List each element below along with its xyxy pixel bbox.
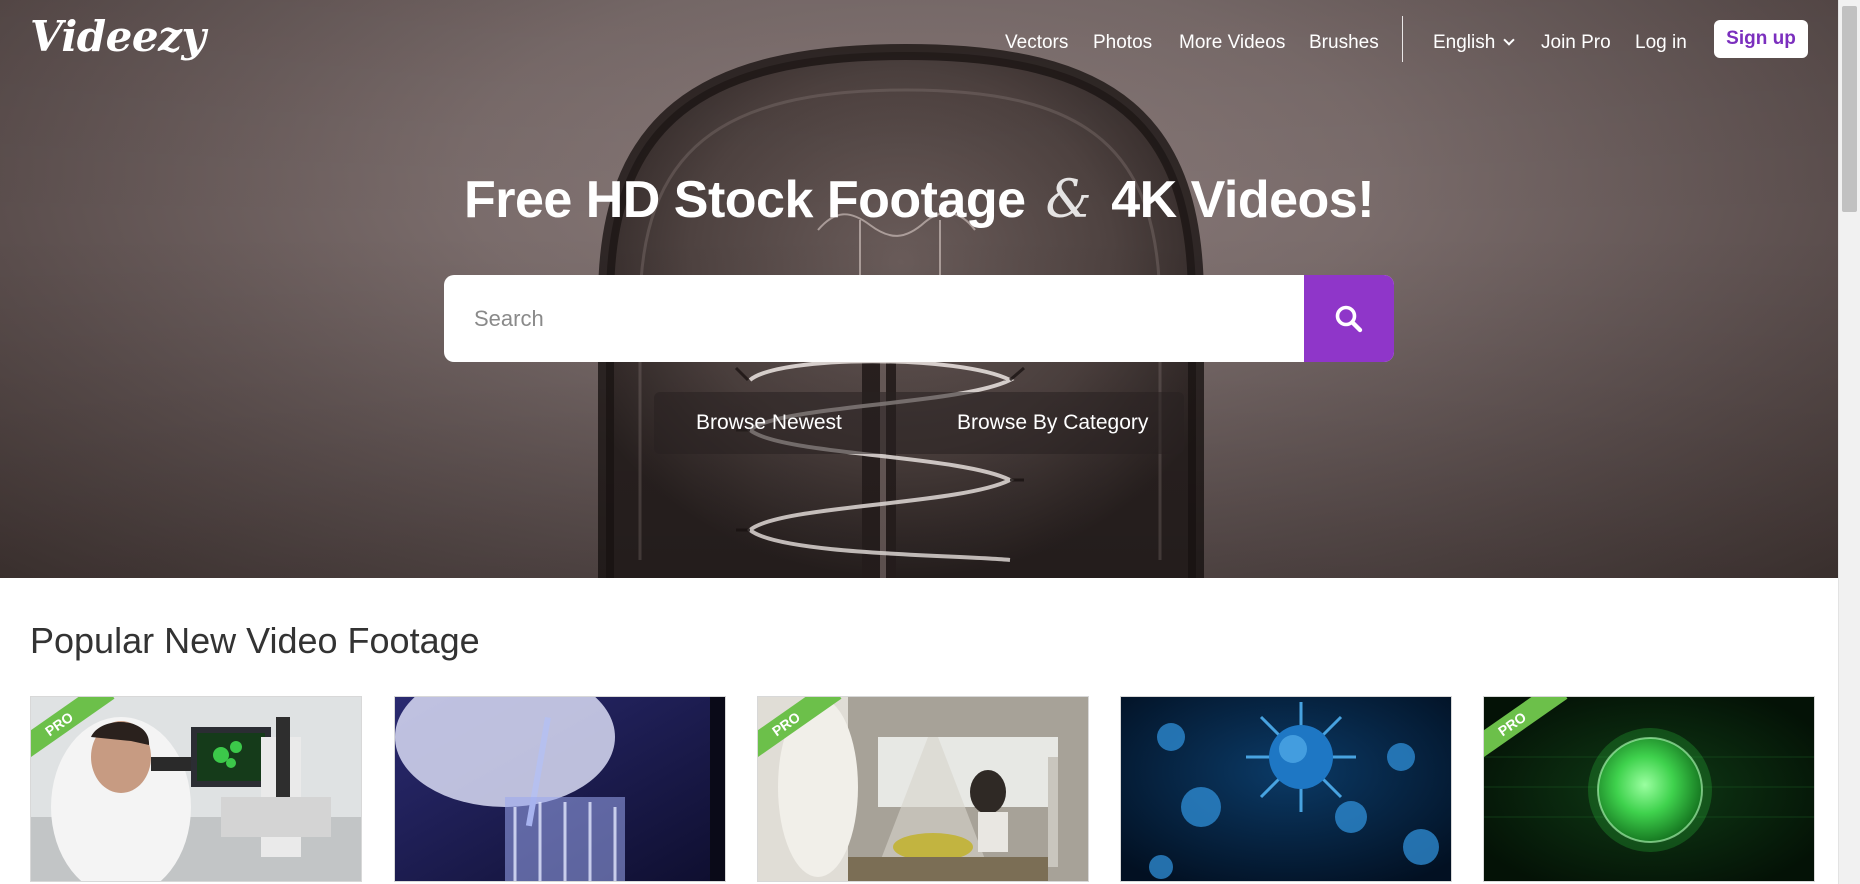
browse-buttons: Browse Newest Browse By Category	[654, 392, 1184, 454]
section-title: Popular New Video Footage	[30, 620, 480, 661]
hero-title-ampersand: &	[1045, 170, 1092, 230]
pro-badge: PRO	[758, 697, 848, 787]
language-selector[interactable]: English	[1433, 32, 1515, 54]
pro-badge: PRO	[31, 697, 121, 787]
nav-more-videos[interactable]: More Videos	[1179, 32, 1285, 54]
hero-title-part2: 4K Videos!	[1111, 171, 1375, 229]
signup-button[interactable]: Sign up	[1714, 20, 1808, 58]
pro-badge: PRO	[1484, 697, 1574, 787]
language-label: English	[1433, 32, 1496, 53]
vertical-scrollbar[interactable]	[1838, 0, 1860, 884]
hero-title: Free HD Stock Footage & 4K Videos!	[0, 170, 1838, 230]
scrollbar-thumb[interactable]	[1842, 6, 1857, 212]
page-content: Videezy Vectors Photos More Videos Brush…	[0, 0, 1838, 884]
top-navigation: Videezy Vectors Photos More Videos Brush…	[0, 0, 1838, 86]
nav-brushes[interactable]: Brushes	[1309, 32, 1379, 54]
video-thumbnail[interactable]	[394, 696, 726, 882]
nav-divider	[1402, 16, 1403, 62]
site-logo[interactable]: Videezy	[30, 12, 206, 61]
browse-category-button[interactable]: Browse By Category	[957, 392, 1148, 454]
thumbnail-image	[1121, 697, 1451, 881]
nav-vectors[interactable]: Vectors	[1005, 32, 1068, 54]
page: Videezy Vectors Photos More Videos Brush…	[0, 0, 1860, 884]
video-thumbnail[interactable]: PRO	[1483, 696, 1815, 882]
video-thumbnail[interactable]	[1120, 696, 1452, 882]
search-button[interactable]	[1304, 275, 1394, 362]
hero-title-part1: Free HD Stock Footage	[463, 171, 1026, 229]
video-thumbnail[interactable]: PRO	[30, 696, 362, 882]
search-input[interactable]	[444, 275, 1304, 362]
search-bar	[444, 275, 1394, 362]
chevron-down-icon	[1503, 34, 1515, 46]
join-pro-link[interactable]: Join Pro	[1541, 32, 1611, 54]
video-thumbnail[interactable]: PRO	[757, 696, 1089, 882]
login-link[interactable]: Log in	[1635, 32, 1687, 54]
thumbnail-image	[395, 697, 725, 881]
hero-section: Videezy Vectors Photos More Videos Brush…	[0, 0, 1838, 578]
browse-newest-button[interactable]: Browse Newest	[696, 392, 842, 454]
nav-photos[interactable]: Photos	[1093, 32, 1152, 54]
search-icon	[1335, 305, 1363, 332]
